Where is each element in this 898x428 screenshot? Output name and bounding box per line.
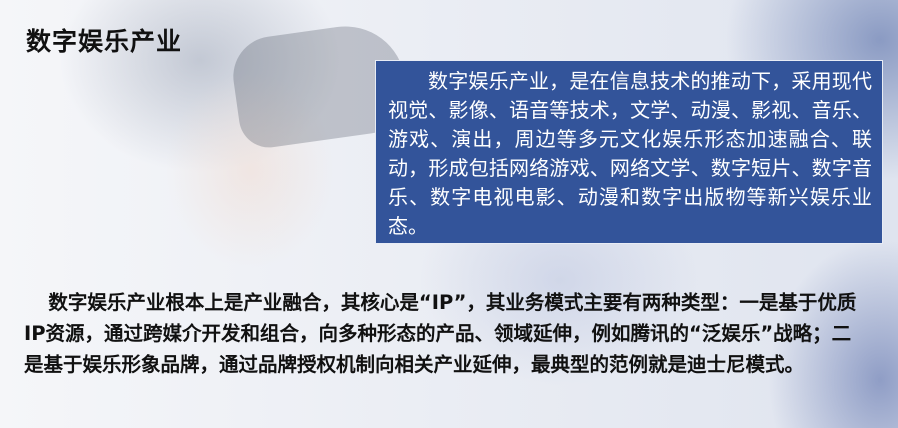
body-paragraph: 数字娱乐产业根本上是产业融合，其核心是“IP”，其业务模式主要有两种类型：一是基…: [24, 291, 857, 376]
definition-box: 数字娱乐产业，是在信息技术的推动下，采用现代视觉、影像、语音等技术，文学、动漫、…: [375, 60, 883, 244]
slide-title: 数字娱乐产业: [26, 27, 183, 56]
